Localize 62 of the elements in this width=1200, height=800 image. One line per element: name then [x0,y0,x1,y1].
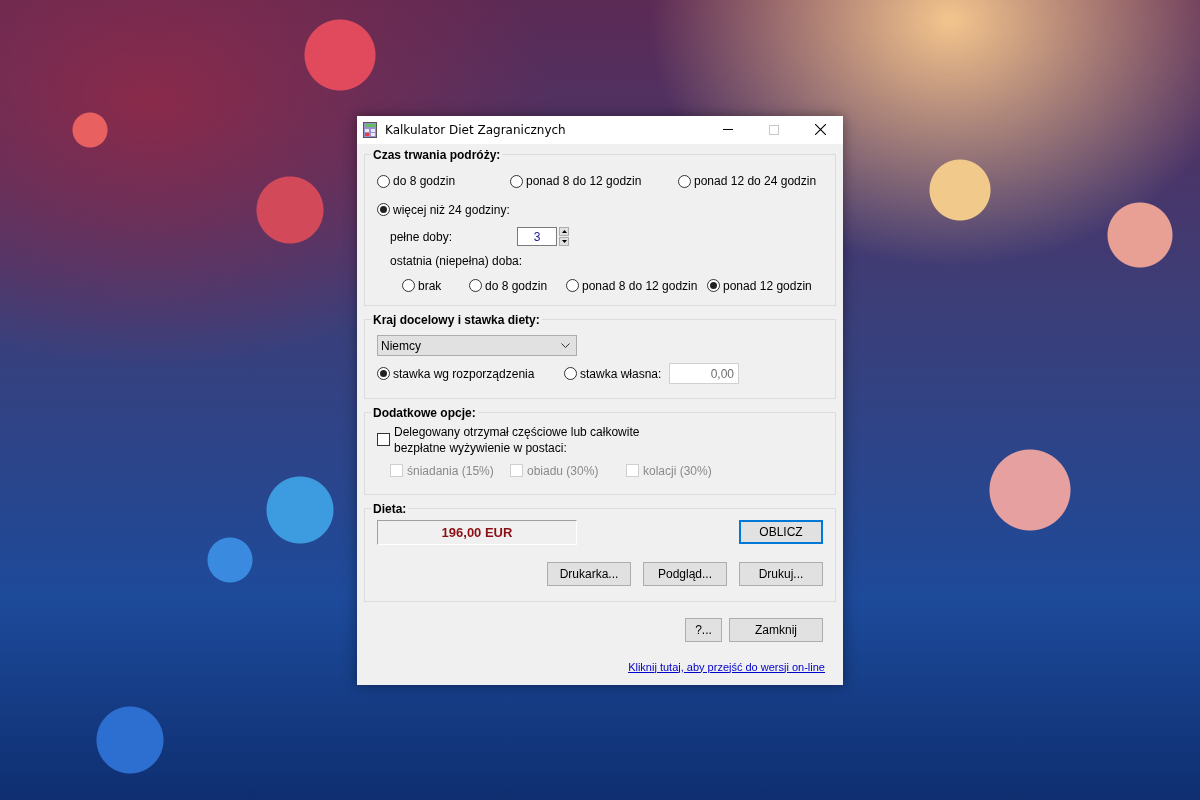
print-button[interactable]: Drukarka... [547,561,631,586]
online-version-link[interactable]: Kliknij tutaj, aby przejść do wersji on-line [628,660,825,673]
radio-label: brak [418,277,442,294]
radio-button-icon[interactable] [377,367,390,380]
spin-up-button[interactable] [559,227,569,236]
radio-button-icon[interactable] [402,279,415,292]
checkbox-label: Delegowany otrzymał częściowe lub całkowite bezpłatne wyżywienie w postaci: [394,423,640,456]
diet-amount: 196,00 EUR [377,519,577,545]
radio-label: ponad 8 do 12 godzin [582,277,698,294]
radio-option[interactable]: więcej niż 24 godziny: [377,201,835,218]
footer-button[interactable]: ?... [685,617,722,642]
spin-down-button[interactable] [559,237,569,246]
radio-option[interactable]: brak [402,277,469,294]
radio-label: ponad 8 do 12 godzin [526,173,642,189]
group-title: Kraj docelowy i stawka diety: [372,312,541,327]
radio-option[interactable]: do 8 godzin [377,173,510,189]
radio-button-icon[interactable] [469,279,482,292]
full-days-label: pełne doby: [390,228,454,245]
dropdown-value: Niemcy [381,337,421,354]
radio-label: do 8 godzin [485,277,548,294]
radio-button-icon[interactable] [377,174,390,188]
checkbox-label: kolacji (30%) [643,462,712,479]
window-title: Kalkulator Diet Zagranicznych [385,122,567,137]
print-button[interactable]: Drukuj... [739,561,823,586]
last-day-label: ostatnia (niepełna) doba: [390,252,524,269]
radio-option[interactable]: ponad 8 do 12 godzin [566,277,707,294]
radio-button-icon[interactable] [564,367,577,380]
radio-option[interactable]: ponad 8 do 12 godzin [510,173,678,189]
checkbox-option[interactable]: Delegowany otrzymał częściowe lub całkowite bezpłatne wyżywienie w postaci: [377,423,835,456]
full-days-spinner[interactable]: 3 [517,227,557,246]
radio-option[interactable]: ponad 12 godzin [707,277,835,294]
group-title: Dieta: [372,501,408,516]
close-icon[interactable] [814,124,826,135]
radio-label: więcej niż 24 godziny: [393,201,510,218]
country-dropdown[interactable]: Niemcy [377,335,577,356]
own-rate-field[interactable]: 0,00 [669,363,739,384]
radio-option[interactable]: stawka wg rozporządzenia [377,365,564,382]
radio-button-icon[interactable] [510,174,523,188]
radio-label: ponad 12 do 24 godzin [694,173,817,189]
radio-option[interactable]: do 8 godzin [469,277,566,294]
print-button[interactable]: Podgląd... [643,561,727,586]
radio-button-icon[interactable] [377,203,390,216]
radio-button-icon[interactable] [566,279,579,292]
footer-button[interactable]: Zamknij [729,617,823,642]
radio-label: stawka wg rozporządzenia [393,365,535,382]
radio-button-icon[interactable] [707,279,720,292]
radio-option[interactable]: stawka własna: [564,365,669,382]
radio-option[interactable]: ponad 12 do 24 godzin [678,173,835,189]
up-arrow-icon [561,230,567,233]
radio-button-icon[interactable] [678,174,691,188]
group-title: Czas trwania podróży: [372,147,502,162]
checkbox-label: obiadu (30%) [527,462,599,479]
group-title: Dodatkowe opcje: [372,405,477,420]
calculator-icon [363,121,377,138]
down-arrow-icon [561,240,567,243]
radio-label: ponad 12 godzin [723,277,812,294]
checkbox-label: śniadania (15%) [407,462,494,479]
calculate-button[interactable]: OBLICZ [739,520,823,544]
radio-label: do 8 godzin [393,173,456,189]
checkbox[interactable] [377,433,390,446]
radio-label: stawka własna: [580,365,662,382]
chevron-down-icon [561,343,570,348]
